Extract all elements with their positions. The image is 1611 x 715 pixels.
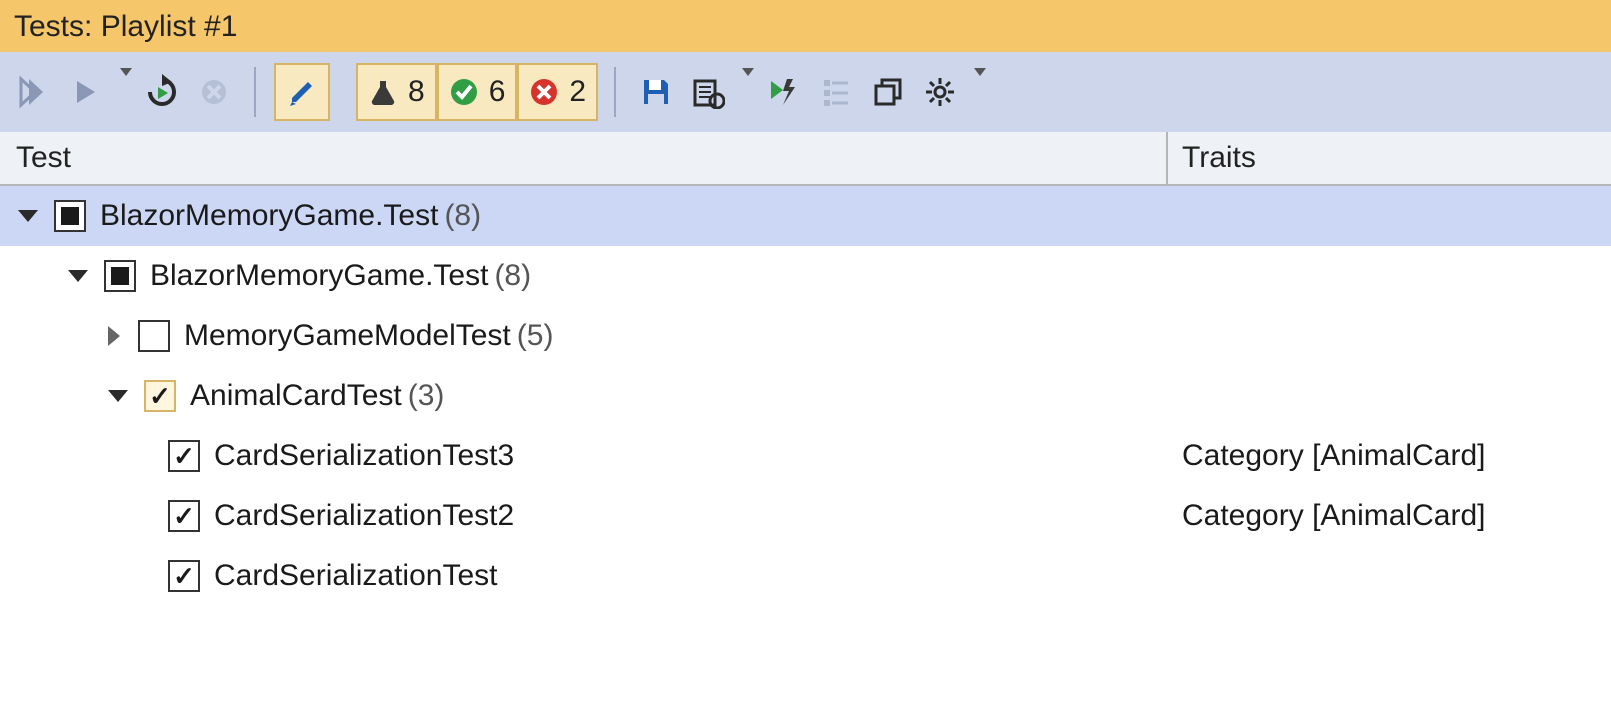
check-circle-icon (449, 77, 479, 107)
test-counts: 8 6 2 (356, 63, 596, 121)
node-count: (5) (517, 319, 554, 353)
tree-node-assembly[interactable]: BlazorMemoryGame.Test (8) (0, 186, 1611, 246)
run-all-icon[interactable] (12, 70, 56, 114)
node-label: BlazorMemoryGame.Test (100, 199, 438, 233)
tree-node-test[interactable]: CardSerializationTest3 Category [AnimalC… (0, 426, 1611, 486)
tree-node-fixture[interactable]: MemoryGameModelTest (5) (0, 306, 1611, 366)
playlist-icon[interactable] (686, 70, 730, 114)
node-label: AnimalCardTest (190, 379, 402, 413)
toolbar-separator (254, 67, 256, 117)
failed-tests-button[interactable]: 2 (517, 63, 598, 121)
checkbox-unchecked[interactable] (138, 320, 170, 352)
toolbar-separator (614, 67, 616, 117)
title-text: Tests: Playlist #1 (14, 10, 237, 43)
run-fast-icon[interactable] (762, 70, 806, 114)
expander-icon[interactable] (18, 210, 38, 222)
repeat-run-icon[interactable] (140, 70, 184, 114)
save-icon[interactable] (634, 70, 678, 114)
checkbox-indeterminate[interactable] (104, 260, 136, 292)
stop-icon[interactable] (192, 70, 236, 114)
flask-icon (368, 77, 398, 107)
tree-node-test[interactable]: CardSerializationTest (0, 546, 1611, 606)
playlist-dropdown[interactable] (738, 76, 754, 108)
edit-playlist-button[interactable] (274, 63, 330, 121)
checkbox-indeterminate[interactable] (54, 200, 86, 232)
expander-icon[interactable] (108, 326, 120, 346)
expander-icon[interactable] (68, 270, 88, 282)
toolbar: 8 6 2 (0, 52, 1611, 132)
node-label: CardSerializationTest3 (214, 439, 514, 473)
passed-tests-button[interactable]: 6 (437, 63, 518, 121)
node-label: MemoryGameModelTest (184, 319, 511, 353)
checkbox-checked[interactable] (144, 380, 176, 412)
node-label: CardSerializationTest (214, 559, 497, 593)
checkbox-checked[interactable] (168, 500, 200, 532)
window-title: Tests: Playlist #1 (0, 0, 1611, 52)
tree-node-namespace[interactable]: BlazorMemoryGame.Test (8) (0, 246, 1611, 306)
settings-dropdown[interactable] (970, 76, 986, 108)
node-count: (3) (408, 379, 445, 413)
node-count: (8) (444, 199, 481, 233)
node-label: BlazorMemoryGame.Test (150, 259, 488, 293)
expander-icon[interactable] (108, 390, 128, 402)
column-headers: Test Traits (0, 132, 1611, 186)
trait-text: Category [AnimalCard] (1182, 499, 1485, 533)
checkbox-checked[interactable] (168, 560, 200, 592)
trait-text: Category [AnimalCard] (1182, 439, 1485, 473)
tree-node-fixture[interactable]: AnimalCardTest (3) (0, 366, 1611, 426)
column-header-traits[interactable]: Traits (1168, 132, 1611, 184)
windows-icon[interactable] (866, 70, 910, 114)
total-tests-button[interactable]: 8 (356, 63, 437, 121)
run-icon[interactable] (64, 70, 108, 114)
column-header-test[interactable]: Test (0, 132, 1168, 184)
failed-count: 2 (569, 75, 586, 109)
hierarchy-icon[interactable] (814, 70, 858, 114)
passed-count: 6 (489, 75, 506, 109)
total-count: 8 (408, 75, 425, 109)
tree-node-test[interactable]: CardSerializationTest2 Category [AnimalC… (0, 486, 1611, 546)
node-label: CardSerializationTest2 (214, 499, 514, 533)
run-dropdown[interactable] (116, 76, 132, 108)
x-circle-icon (529, 77, 559, 107)
pencil-icon (286, 76, 318, 108)
checkbox-checked[interactable] (168, 440, 200, 472)
test-tree: BlazorMemoryGame.Test (8) BlazorMemoryGa… (0, 186, 1611, 606)
gear-icon[interactable] (918, 70, 962, 114)
node-count: (8) (494, 259, 531, 293)
